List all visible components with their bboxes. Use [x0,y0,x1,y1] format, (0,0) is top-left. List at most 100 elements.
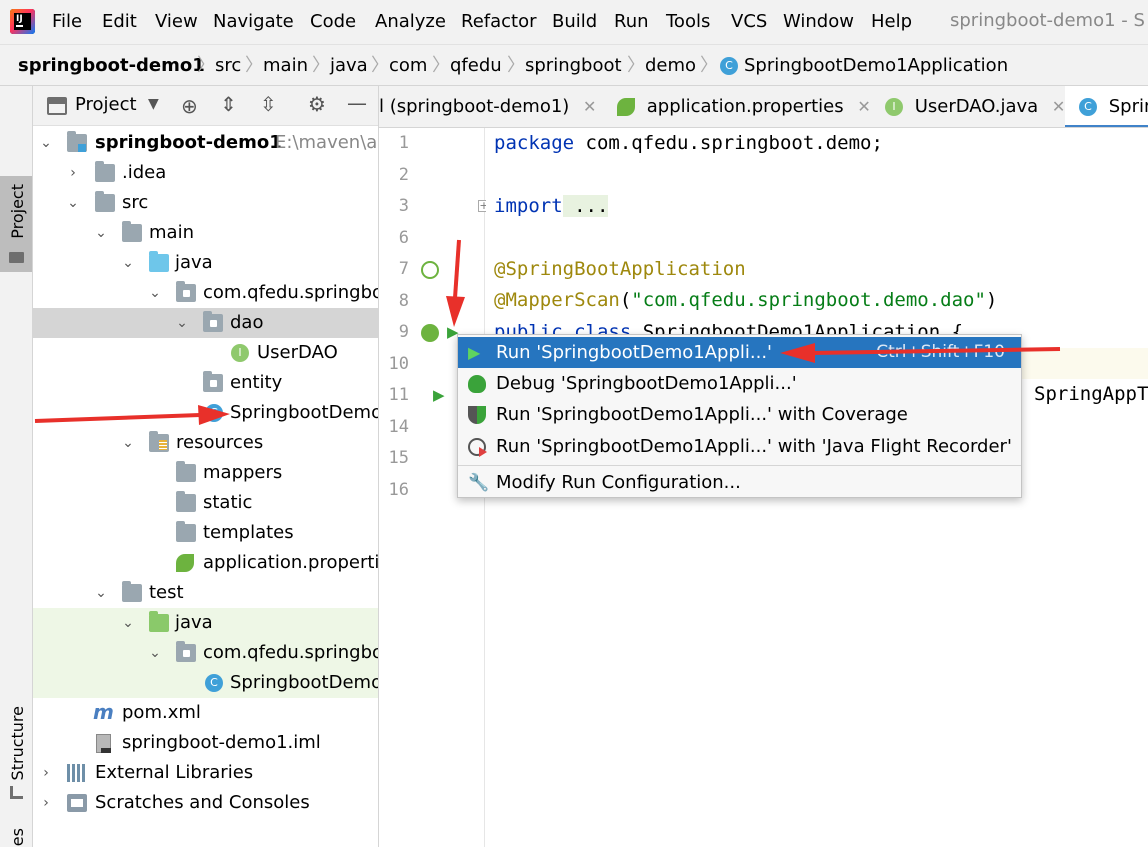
tree-item-iml[interactable]: springboot-demo1.iml [33,728,378,758]
expand-arrow-icon[interactable]: ⌄ [94,578,108,608]
tree-item-external-libraries[interactable]: › External Libraries [33,758,378,788]
collapse-all-icon[interactable]: ⇳ [260,92,277,116]
menu-vcs[interactable]: VCS [731,10,767,34]
tree-item-application-properties[interactable]: application.properti [33,548,378,578]
close-icon[interactable]: ✕ [583,97,596,116]
collapse-arrow-icon[interactable]: › [39,758,53,788]
tree-item-static[interactable]: static [33,488,378,518]
tree-item-mappers[interactable]: mappers [33,458,378,488]
spring-bean-icon[interactable] [421,324,439,342]
tree-item-main[interactable]: ⌄ main [33,218,378,248]
menu-run[interactable]: Run [614,10,649,34]
menu-run-app[interactable]: ▶ Run 'SpringbootDemo1Appli...' Ctrl+Shi… [458,337,1021,368]
tree-item-idea[interactable]: › .idea [33,158,378,188]
project-stripe-label: Project [8,184,27,239]
tree-item-scratches[interactable]: › Scratches and Consoles [33,788,378,818]
run-icon: ▶ [468,343,481,362]
close-icon[interactable]: ✕ [857,97,870,116]
tree-item-test-package[interactable]: ⌄ com.qfedu.springbo [33,638,378,668]
expand-arrow-icon[interactable]: ⌄ [39,128,53,158]
expand-arrow-icon[interactable]: ⌄ [148,638,162,668]
maven-icon: m [93,700,114,724]
tree-item-resources[interactable]: ⌄ resources [33,428,378,458]
tab-userdao[interactable]: I UserDAO.java ✕ [885,86,1065,127]
menu-view[interactable]: View [155,10,198,34]
breadcrumb-src[interactable]: src [215,54,241,78]
tree-item-entity[interactable]: entity [33,368,378,398]
expand-arrow-icon[interactable]: ⌄ [121,248,135,278]
tree-item-src[interactable]: ⌄ src [33,188,378,218]
line-number: 1 [398,133,409,153]
tree-item-test-class[interactable]: C SpringbootDemo [33,668,378,698]
expand-arrow-icon[interactable]: ⌄ [121,428,135,458]
breadcrumb-java[interactable]: java [330,54,368,78]
breadcrumb-com[interactable]: com [389,54,427,78]
breadcrumb-springboot[interactable]: springboot [525,54,622,78]
tree-item-dao[interactable]: ⌄ dao [33,308,378,338]
menu-file[interactable]: File [52,10,82,34]
line-number: 9 [398,322,409,342]
iml-file-icon [96,734,111,753]
line-number: 6 [398,228,409,248]
tree-item-java-main[interactable]: ⌄ java [33,248,378,278]
tree-item-pom[interactable]: m pom.xml [33,698,378,728]
breadcrumb-main[interactable]: main [263,54,308,78]
close-icon[interactable]: ✕ [1052,97,1065,116]
tree-item-java-test[interactable]: ⌄ java [33,608,378,638]
menu-run-with-jfr[interactable]: Run 'SpringbootDemo1Appli...' with 'Java… [458,431,1021,462]
project-tool-button[interactable]: Project [0,176,32,272]
test-folder-icon [149,611,169,632]
spring-leaf-icon [617,98,635,116]
menu-navigate[interactable]: Navigate [213,10,294,34]
project-view-icon [47,97,67,115]
expand-arrow-icon[interactable]: ⌄ [148,278,162,308]
expand-all-icon[interactable]: ⇕ [220,92,237,116]
tree-item-templates[interactable]: templates [33,518,378,548]
hide-icon[interactable]: — [347,91,367,115]
expand-arrow-icon[interactable]: ⌄ [66,188,80,218]
menu-window[interactable]: Window [783,10,854,34]
breadcrumb-project[interactable]: springboot-demo1 [18,54,205,78]
code-line-3: import ... [494,195,609,217]
menu-modify-run-config[interactable]: 🔧 Modify Run Configuration... [458,467,1021,498]
folder-icon [122,221,142,242]
tab-springbootdemo1application[interactable]: C Sprin [1065,86,1148,127]
collapse-arrow-icon[interactable]: › [39,788,53,818]
menu-tools[interactable]: Tools [666,10,710,34]
locate-icon[interactable]: ⊕ [181,94,198,118]
tree-item-project-root[interactable]: ⌄ springboot-demo1 E:\maven\ap [33,128,378,158]
expand-arrow-icon[interactable]: ⌄ [175,308,189,338]
spring-bean-icon[interactable] [421,261,439,279]
breadcrumb-demo[interactable]: demo [645,54,696,78]
menu-build[interactable]: Build [552,10,597,34]
menu-run-with-coverage[interactable]: Run 'SpringbootDemo1Appli...' with Cover… [458,399,1021,430]
menu-edit[interactable]: Edit [102,10,137,34]
expand-arrow-icon[interactable]: ⌄ [121,608,135,638]
collapse-arrow-icon[interactable]: › [66,158,80,188]
breadcrumb-qfedu[interactable]: qfedu [450,54,502,78]
bottom-stripe-label[interactable]: es [8,828,27,846]
chevron-down-icon[interactable]: ▼ [148,96,159,112]
project-view-title[interactable]: Project [75,94,137,115]
coverage-icon [468,406,486,424]
menu-analyze[interactable]: Analyze [375,10,446,34]
breadcrumb-class[interactable]: SpringbootDemo1Application [744,54,1008,78]
tree-item-userdao[interactable]: I UserDAO [33,338,378,368]
tab-application-properties[interactable]: application.properties ✕ [617,86,871,127]
interface-icon: I [231,344,249,362]
menu-refactor[interactable]: Refactor [461,10,537,34]
menu-divider [458,465,1021,466]
menu-debug-app[interactable]: Debug 'SpringbootDemo1Appli...' [458,368,1021,399]
run-gutter-icon[interactable]: ▶ [433,386,445,404]
structure-stripe-label[interactable]: Structure [8,706,27,780]
menu-help[interactable]: Help [871,10,912,34]
expand-arrow-icon[interactable]: ⌄ [94,218,108,248]
gear-icon[interactable]: ⚙ [308,92,326,116]
package-icon [176,281,196,302]
tree-item-test[interactable]: ⌄ test [33,578,378,608]
tree-item-package[interactable]: ⌄ com.qfedu.springbo [33,278,378,308]
line-number: 10 [388,354,409,374]
menu-code[interactable]: Code [310,10,356,34]
tree-item-main-class[interactable]: C SpringbootDemo [33,398,378,428]
tab-pom[interactable]: l (springboot-demo1) ✕ [379,86,596,127]
